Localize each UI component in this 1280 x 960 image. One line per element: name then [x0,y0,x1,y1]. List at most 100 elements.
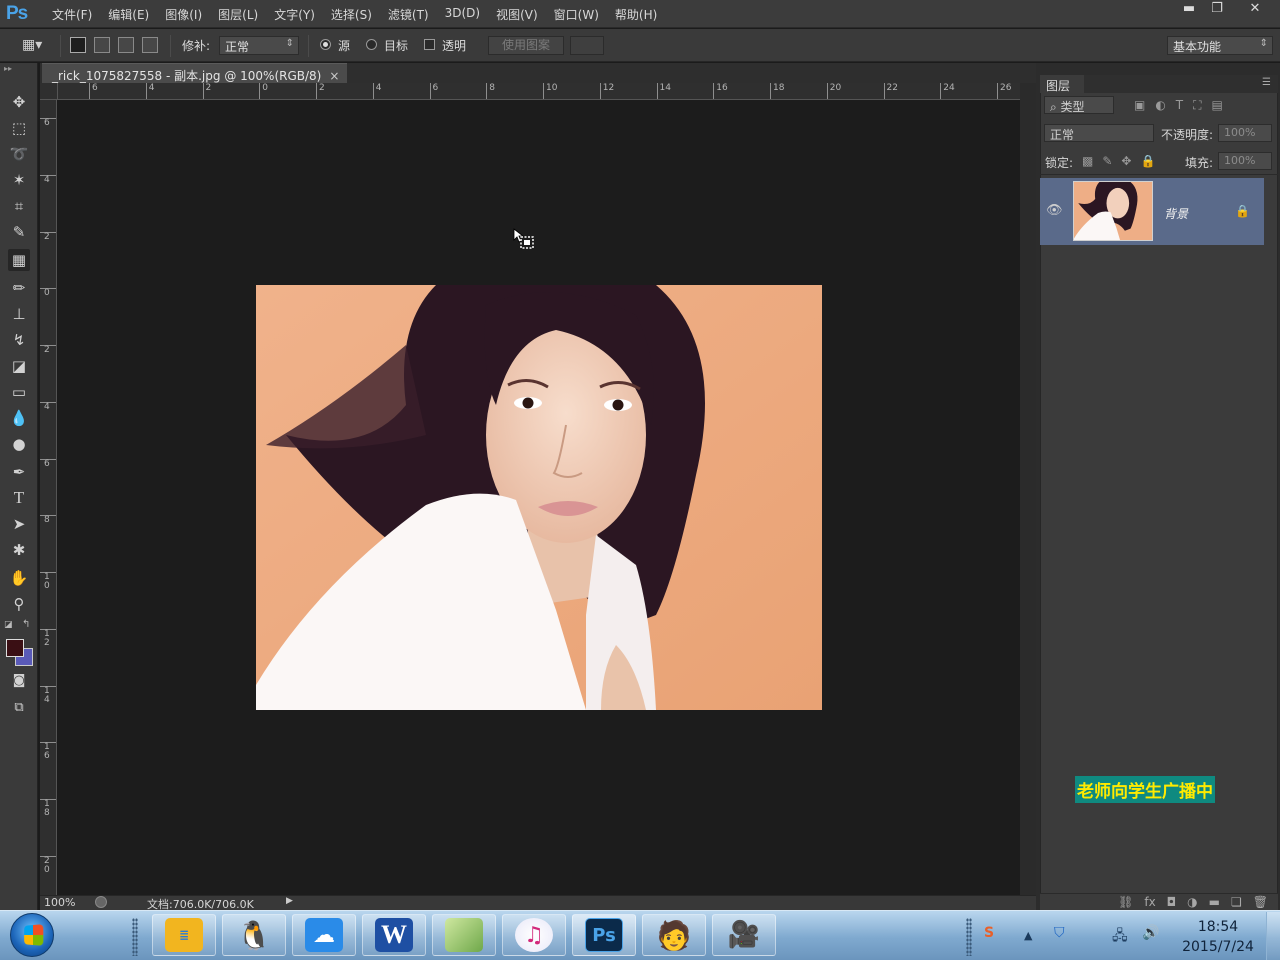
add-mask-icon[interactable]: ◘ [1167,895,1177,911]
link-layers-icon[interactable]: ⛓ [1118,895,1133,911]
add-to-selection-icon[interactable] [94,37,110,53]
taskbar-app-green[interactable] [432,914,496,956]
input-method-icon[interactable]: S [984,925,994,941]
eyedropper-tool-icon[interactable]: ✎ [8,221,30,243]
patch-tool-icon[interactable]: ▦ [8,249,30,271]
workspace-select[interactable]: 基本功能 [1167,36,1273,55]
taskbar-app-baidu-cloud[interactable]: ☁ [292,914,356,956]
default-colors-icon[interactable]: ◪ [4,620,13,630]
layer-name[interactable]: 背景 [1164,205,1188,222]
layers-tab[interactable]: 图层 [1040,75,1084,93]
dodge-tool-icon[interactable]: ● [8,433,30,455]
menu-edit[interactable]: 编辑(E) [100,6,157,23]
close-tab-icon[interactable]: × [329,69,339,83]
opacity-input[interactable]: 100% [1218,124,1272,142]
patch-mode-select[interactable]: 正常 [219,36,299,55]
clock-date: 2015/7/24 [1182,939,1254,955]
gradient-tool-icon[interactable]: ▭ [8,381,30,403]
transparent-checkbox[interactable] [424,39,435,50]
lasso-tool-icon[interactable]: ➰ [8,143,30,165]
type-tool-icon[interactable]: T [8,487,30,509]
fill-input[interactable]: 100% [1218,152,1272,170]
show-hidden-icons[interactable]: ▲ [1024,929,1032,942]
ruler-origin[interactable] [40,83,58,100]
document-tab-title: _rick_1075827558 - 副本.jpg @ 100%(RGB/8) [52,69,322,83]
menu-help[interactable]: 帮助(H) [607,6,665,23]
taskbar-app-avatar[interactable]: 🧑 [642,914,706,956]
crop-tool-icon[interactable]: ⌗ [8,195,30,217]
intersect-selection-icon[interactable] [142,37,158,53]
lock-label: 锁定: [1045,156,1074,170]
magic-wand-tool-icon[interactable]: ✶ [8,169,30,191]
menu-view[interactable]: 视图(V) [488,6,546,23]
visibility-eye-icon[interactable]: 👁 [1046,203,1063,218]
ruler-tick-label: 2 [40,345,56,355]
menu-3d[interactable]: 3D(D) [437,6,488,23]
restore-button[interactable]: ❐ [1200,0,1234,20]
layer-filter-label: 类型 [1060,100,1085,114]
use-pattern-button[interactable]: 使用图案 [488,36,564,55]
patch-tool-preset-icon[interactable]: ▦▾ [22,37,42,53]
brush-tool-icon[interactable]: ✏ [8,277,30,299]
collapse-icon[interactable]: ▸▸ [4,64,12,73]
taskbar-app-notes[interactable]: ≣ [152,914,216,956]
blur-tool-icon[interactable]: 💧 [8,407,30,429]
document-tab[interactable]: _rick_1075827558 - 副本.jpg @ 100%(RGB/8) × [42,63,348,83]
delete-layer-icon[interactable]: 🗑 [1253,895,1268,911]
system-clock[interactable]: 18:54 2015/7/24 [1176,917,1260,957]
panel-menu-icon[interactable]: ☰ [1262,77,1271,88]
lock-options-icons[interactable]: ▩✎✥🔒 [1082,154,1164,168]
menu-window[interactable]: 窗口(W) [546,6,607,23]
layer-filter-icons[interactable]: ▣◐T⛶▤ [1134,98,1233,113]
new-group-icon[interactable]: ▬ [1209,895,1220,911]
menu-type[interactable]: 文字(Y) [266,6,323,23]
security-shield-icon[interactable]: ⛉ [1054,925,1065,941]
menu-filter[interactable]: 滤镜(T) [380,6,437,23]
taskbar-app-itunes[interactable]: ♫ [502,914,566,956]
close-window-button[interactable]: ✕ [1232,0,1278,20]
menu-select[interactable]: 选择(S) [323,6,380,23]
menu-file[interactable]: 文件(F) [44,6,100,23]
subtract-selection-icon[interactable] [118,37,134,53]
blend-mode-select[interactable]: 正常 [1044,124,1154,142]
show-desktop-button[interactable] [1266,912,1280,960]
pattern-picker[interactable] [570,36,604,55]
swap-colors-icon[interactable]: ↰ [22,619,30,630]
volume-icon[interactable]: 🔊 [1142,925,1159,941]
history-brush-tool-icon[interactable]: ↯ [8,329,30,351]
canvas-scrollbar[interactable] [1020,83,1036,895]
taskbar-app-photoshop[interactable]: Ps [572,914,636,956]
ruler-tick-label: 8 [40,515,56,525]
new-selection-icon[interactable] [70,37,86,53]
status-info-icon[interactable] [95,896,107,908]
layer-style-icon[interactable]: fx [1144,895,1155,911]
screen-mode-icon[interactable]: ⧉ [8,697,30,719]
clone-stamp-tool-icon[interactable]: ⊥ [8,303,30,325]
pen-tool-icon[interactable]: ✒ [8,461,30,483]
photoshop-icon: Ps [585,918,623,952]
taskbar-app-camera[interactable]: 🎥 [712,914,776,956]
adjustment-layer-icon[interactable]: ◑ [1187,895,1197,911]
quick-mask-icon[interactable]: ◙ [8,670,30,692]
start-button[interactable] [10,913,54,957]
layer-filter-select[interactable]: ⌕ 类型 [1044,96,1114,114]
hand-tool-icon[interactable]: ✋ [8,567,30,589]
taskbar-app-qq[interactable]: 🐧 [222,914,286,956]
custom-shape-tool-icon[interactable]: ✱ [8,539,30,561]
network-icon[interactable]: 🖧 [1112,925,1128,949]
foreground-color-swatch[interactable] [6,639,24,657]
menu-image[interactable]: 图像(I) [157,6,210,23]
path-selection-tool-icon[interactable]: ➤ [8,513,30,535]
document-image[interactable] [256,285,822,710]
move-tool-icon[interactable]: ✥ [8,91,30,113]
zoom-level[interactable]: 100% [44,896,75,909]
marquee-tool-icon[interactable]: ⬚ [8,117,30,139]
taskbar-app-word[interactable]: W [362,914,426,956]
new-layer-icon[interactable]: ❏ [1231,895,1242,911]
eraser-tool-icon[interactable]: ◪ [8,355,30,377]
status-menu-arrow-icon[interactable]: ▶ [286,896,293,906]
source-radio[interactable] [320,39,331,50]
menu-layer[interactable]: 图层(L) [210,6,266,23]
target-radio[interactable] [366,39,377,50]
zoom-tool-icon[interactable]: ⚲ [8,593,30,615]
